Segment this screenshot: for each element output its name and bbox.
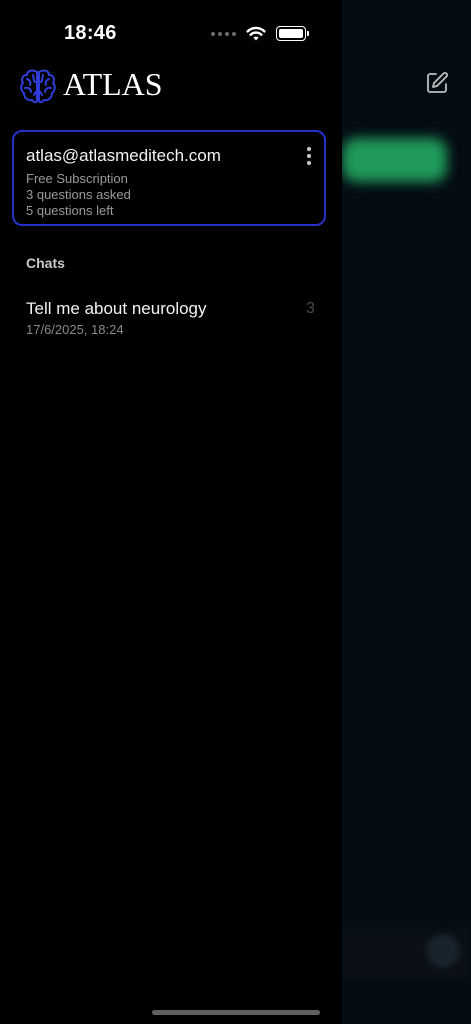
home-indicator: [152, 1010, 320, 1015]
status-indicators: [211, 26, 309, 41]
questions-left: 5 questions left: [26, 203, 114, 218]
status-time: 18:46: [64, 22, 117, 44]
battery-icon: [276, 26, 309, 41]
more-options-icon[interactable]: [306, 147, 312, 165]
questions-asked: 3 questions asked: [26, 187, 131, 202]
chats-section-title: Chats: [26, 255, 65, 271]
chat-title: Tell me about neurology: [26, 299, 207, 318]
account-email: atlas@atlasmeditech.com: [26, 146, 221, 165]
green-action-button: [342, 138, 447, 182]
compose-icon[interactable]: [425, 71, 449, 95]
cellular-icon: [211, 31, 236, 36]
wifi-icon: [246, 26, 266, 41]
chat-date: 17/6/2025, 18:24: [26, 322, 124, 337]
side-drawer: 18:46 ATLAS atlas@atlasmeditech.com Free…: [0, 0, 342, 1024]
main-content-dimmed[interactable]: [342, 0, 471, 1024]
chat-list-item[interactable]: Tell me about neurology 17/6/2025, 18:24…: [0, 292, 342, 344]
send-button: [426, 934, 460, 968]
chat-message-count: 3: [306, 300, 315, 317]
app-brand: ATLAS: [63, 66, 163, 102]
account-card[interactable]: atlas@atlasmeditech.com Free Subscriptio…: [12, 130, 326, 226]
subscription-plan: Free Subscription: [26, 171, 128, 186]
brain-icon: [20, 69, 56, 104]
